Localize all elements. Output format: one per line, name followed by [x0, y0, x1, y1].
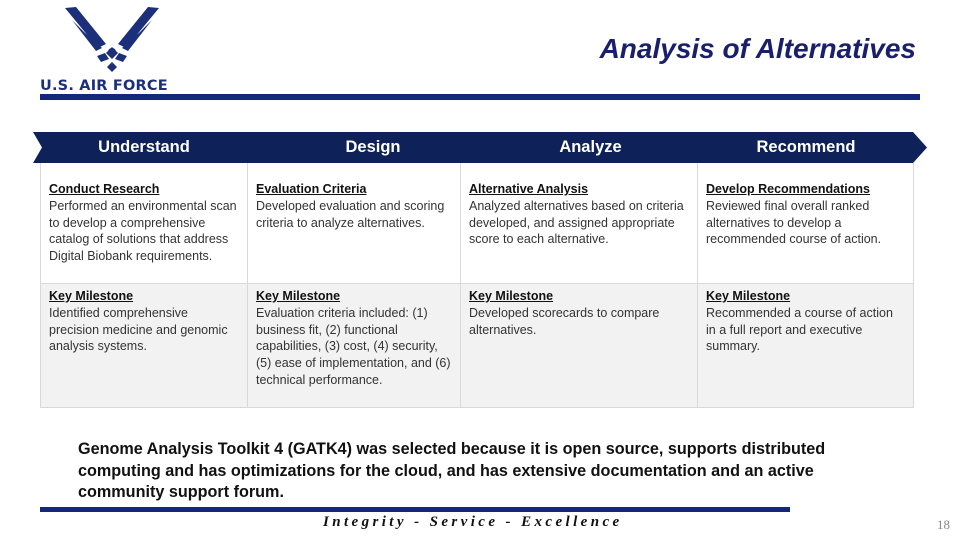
cell-heading: Alternative Analysis: [469, 182, 589, 196]
phase-chevron-bar: Understand Design Analyze Recommend: [33, 132, 927, 163]
air-force-logo: U.S. AIR FORCE: [40, 4, 185, 96]
cell-heading: Key Milestone: [49, 289, 134, 303]
phase-recommend: Recommend: [756, 138, 856, 156]
page-title: Analysis of Alternatives: [599, 33, 916, 64]
summary-text: Genome Analysis Toolkit 4 (GATK4) was se…: [78, 440, 826, 501]
cell-heading: Conduct Research: [49, 182, 160, 196]
cell-heading: Key Milestone: [256, 289, 341, 303]
phase-details-table: Conduct Research Performed an environmen…: [40, 163, 914, 408]
cell-body: Reviewed final overall ranked alternativ…: [706, 198, 882, 247]
footer-divider: [40, 507, 790, 512]
table-cell-milestone: Key Milestone Evaluation criteria includ…: [248, 284, 461, 408]
phase-design: Design: [345, 138, 401, 156]
cell-body: Analyzed alternatives based on criteria …: [469, 198, 684, 247]
table-cell: Develop Recommendations Reviewed final o…: [698, 163, 914, 284]
air-force-wings-icon: [65, 7, 159, 72]
phase-understand: Understand: [98, 138, 190, 156]
page-number: 18: [937, 517, 950, 532]
phase-analyze: Analyze: [559, 138, 622, 156]
cell-body: Recommended a course of action in a full…: [706, 305, 893, 354]
cell-heading: Develop Recommendations: [706, 182, 870, 196]
cell-body: Performed an environmental scan to devel…: [49, 198, 237, 264]
logo-text: U.S. AIR FORCE: [40, 78, 168, 94]
table-cell: Alternative Analysis Analyzed alternativ…: [461, 163, 698, 284]
table-cell-milestone: Key Milestone Developed scorecards to co…: [461, 284, 698, 408]
cell-body: Evaluation criteria included: (1) busine…: [256, 305, 451, 387]
table-cell-milestone: Key Milestone Recommended a course of ac…: [698, 284, 914, 408]
cell-body: Developed scorecards to compare alternat…: [469, 305, 660, 337]
header-divider: [40, 94, 920, 100]
cell-heading: Evaluation Criteria: [256, 182, 367, 196]
table-cell: Conduct Research Performed an environmen…: [40, 163, 248, 284]
cell-heading: Key Milestone: [706, 289, 791, 303]
table-cell-milestone: Key Milestone Identified comprehensive p…: [40, 284, 248, 408]
cell-heading: Key Milestone: [469, 289, 554, 303]
footer-motto: Integrity - Service - Excellence: [323, 514, 623, 530]
cell-body: Identified comprehensive precision medic…: [49, 305, 228, 354]
cell-body: Developed evaluation and scoring criteri…: [256, 198, 445, 230]
table-cell: Evaluation Criteria Developed evaluation…: [248, 163, 461, 284]
